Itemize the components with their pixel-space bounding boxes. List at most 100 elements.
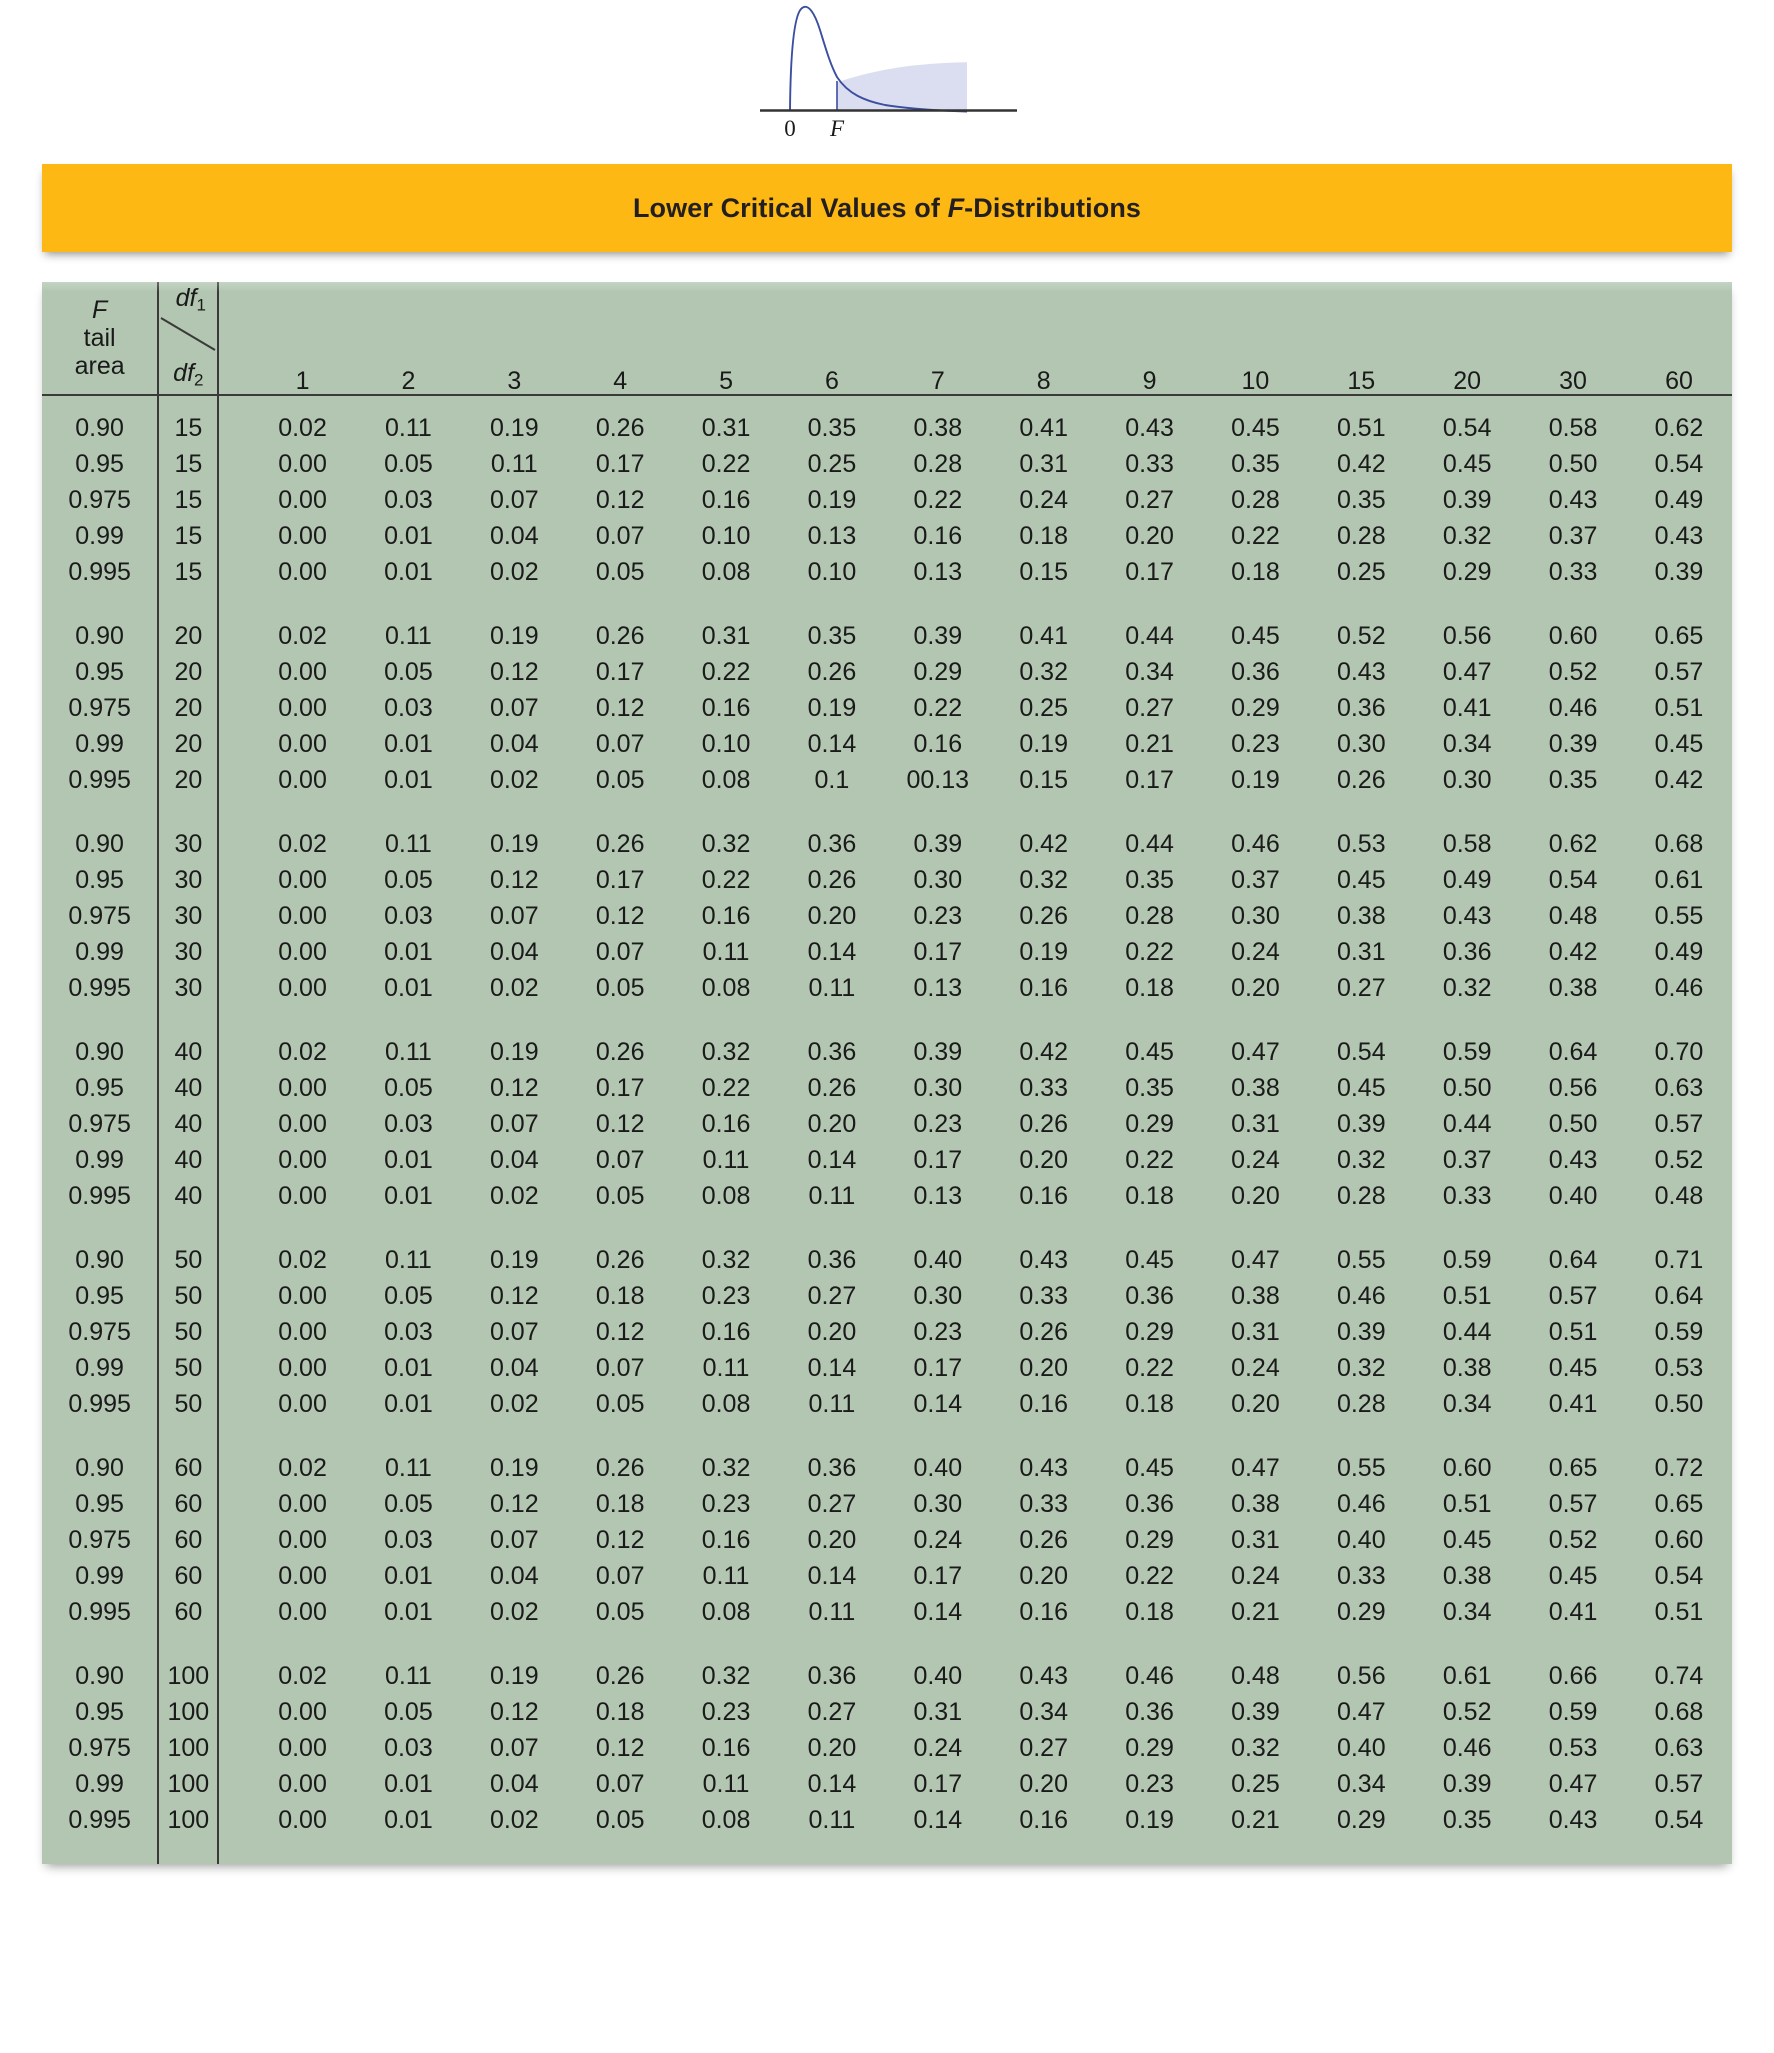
cell-critical-value: 0.07 (489, 1109, 539, 1138)
cell-critical-value: 0.02 (278, 1245, 327, 1274)
cell-critical-value: 0.38 (1231, 1489, 1280, 1518)
cell-critical-value: 0.03 (384, 1525, 433, 1554)
table-row: 0.975 50 0.00 0.03 0.07 0.12 0.16 0.20 0.23 0.26 0… (42, 1314, 1732, 1350)
cell-gutter (218, 1594, 249, 1630)
cell-critical-value: 0.08 (701, 765, 751, 794)
cell-critical-value: 0.02 (489, 1597, 539, 1626)
cell-df2: 15 (158, 446, 220, 482)
cell-critical-value: 0.16 (701, 693, 751, 722)
cell-critical-value: 0.01 (384, 973, 433, 1002)
cell-critical-value: 0.60 (1442, 1453, 1492, 1482)
cell-critical-value: 0.36 (1442, 937, 1492, 966)
cell-critical-value: 0.11 (385, 621, 432, 650)
cell-critical-value: 0.47 (1336, 1697, 1386, 1726)
cell-critical-value: 0.36 (1231, 657, 1280, 686)
cell-gutter (218, 482, 249, 518)
cell-critical-value: 0.27 (807, 1697, 857, 1726)
cell-critical-value: 0.32 (1231, 1733, 1280, 1762)
cell-critical-value: 0.31 (1231, 1525, 1280, 1554)
cell-critical-value: 0.02 (489, 765, 539, 794)
cell-critical-value: 0.00 (278, 449, 327, 478)
cell-critical-value: 0.11 (702, 1769, 750, 1798)
cell-critical-value: 0.39 (1442, 485, 1492, 514)
cell-tail-area: 0.90 (42, 1242, 160, 1278)
cell-critical-value: 0.32 (701, 1661, 751, 1690)
cell-critical-value: 0.05 (384, 1073, 433, 1102)
cell-critical-value: 0.52 (1548, 1525, 1598, 1554)
cell-critical-value: 0.36 (807, 1037, 857, 1066)
cell-critical-value: 0.39 (913, 621, 963, 650)
cell-critical-value: 0.38 (913, 413, 963, 442)
table-row: 0.95 15 0.00 0.05 0.11 0.17 0.22 0.25 0.28 0.31 0.… (42, 446, 1732, 482)
cell-df2: 30 (158, 826, 220, 862)
cell-df2: 30 (158, 934, 220, 970)
cell-critical-value: 0.00 (278, 937, 327, 966)
table-row: 0.90 40 0.02 0.11 0.19 0.26 0.32 0.36 0.39 0.42 0.… (42, 1034, 1732, 1070)
cell-critical-value: 0.13 (807, 521, 857, 550)
header-col-30: 30 (1559, 367, 1587, 395)
cell-critical-value: 0.45 (1548, 1561, 1598, 1590)
header-col-2: 2 (401, 367, 416, 395)
cell-critical-value: 0.28 (913, 449, 963, 478)
table-row: 0.995 100 0.00 0.01 0.02 0.05 0.08 0.11 0.14 0.16… (42, 1802, 1732, 1838)
cell-critical-value: 0.35 (807, 621, 857, 650)
cell-critical-value: 0.59 (1654, 1317, 1704, 1346)
cell-tail-area: 0.90 (42, 618, 160, 654)
cell-tail-area: 0.90 (42, 1034, 160, 1070)
cell-critical-value: 0.19 (489, 413, 539, 442)
cell-critical-value: 0.43 (1548, 485, 1598, 514)
axis-label-zero: 0 (784, 116, 796, 141)
cell-critical-value: 0.70 (1654, 1037, 1704, 1066)
cell-critical-value: 0.14 (913, 1805, 963, 1834)
cell-critical-value: 0.27 (807, 1281, 857, 1310)
cell-gutter (218, 1242, 249, 1278)
cell-critical-value: 0.43 (1548, 1805, 1598, 1834)
cell-critical-value: 0.00 (278, 1317, 327, 1346)
cell-critical-value: 0.07 (489, 1733, 539, 1762)
cell-critical-value: 0.33 (1019, 1281, 1068, 1310)
cell-critical-value: 0.11 (702, 1353, 750, 1382)
cell-critical-value: 0.02 (489, 1389, 539, 1418)
cell-critical-value: 0.45 (1125, 1245, 1174, 1274)
cell-critical-value: 0.42 (1654, 765, 1704, 794)
cell-gutter (218, 618, 249, 654)
cell-critical-value: 0.26 (595, 1037, 645, 1066)
cell-critical-value: 0.51 (1548, 1317, 1598, 1346)
cell-critical-value: 0.08 (701, 1597, 751, 1626)
cell-critical-value: 0.05 (595, 1597, 645, 1626)
cell-tail-area: 0.99 (42, 726, 160, 762)
table-row: 0.95 60 0.00 0.05 0.12 0.18 0.23 0.27 0.30 0.33 0.… (42, 1486, 1732, 1522)
cell-tail-area: 0.95 (42, 446, 160, 482)
cell-critical-value: 0.56 (1548, 1073, 1598, 1102)
cell-critical-value: 0.35 (1442, 1805, 1492, 1834)
cell-df2: 50 (158, 1386, 220, 1422)
table-row: 0.90 20 0.02 0.11 0.19 0.26 0.31 0.35 0.39 0.41 0.… (42, 618, 1732, 654)
cell-critical-value: 0.04 (489, 521, 539, 550)
cell-critical-value: 0.20 (807, 1525, 857, 1554)
cell-critical-value: 0.64 (1548, 1245, 1598, 1274)
cell-critical-value: 0.07 (489, 485, 539, 514)
cell-critical-value: 0.20 (1019, 1769, 1068, 1798)
cell-critical-value: 0.01 (384, 1805, 433, 1834)
cell-df2: 50 (158, 1242, 220, 1278)
table-row: 0.99 40 0.00 0.01 0.04 0.07 0.11 0.14 0.17 0.20 0.… (42, 1142, 1732, 1178)
cell-critical-value: 0.41 (1548, 1389, 1598, 1418)
cell-critical-value: 0.68 (1654, 1697, 1704, 1726)
header-df1-label: df1 (175, 284, 206, 315)
cell-critical-value: 0.39 (1231, 1697, 1280, 1726)
cell-gutter (218, 862, 249, 898)
header-col-4: 4 (613, 367, 628, 395)
cell-critical-value: 0.10 (701, 729, 751, 758)
cell-critical-value: 0.20 (807, 1733, 857, 1762)
cell-critical-value: 0.64 (1548, 1037, 1598, 1066)
f-distribution-figure: 0 F (0, 0, 1774, 150)
cell-critical-value: 0.21 (1125, 729, 1174, 758)
cell-critical-value: 0.61 (1442, 1661, 1492, 1690)
title-italic-f: F (947, 192, 965, 223)
cell-df2: 20 (158, 690, 220, 726)
header-col-6: 6 (824, 367, 839, 395)
cell-critical-value: 0.28 (1336, 521, 1386, 550)
spacer-values-cell (218, 395, 1732, 410)
cell-tail-area: 0.975 (42, 482, 160, 518)
cell-gutter (218, 1802, 249, 1838)
